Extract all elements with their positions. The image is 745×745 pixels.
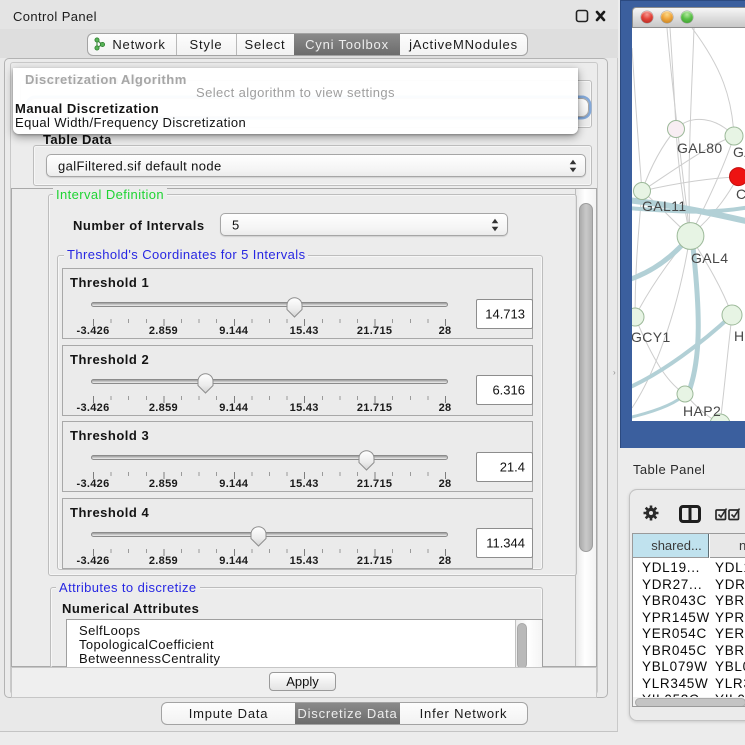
svg-text:GCY1: GCY1 <box>632 329 671 345</box>
svg-text:GA: GA <box>733 144 745 160</box>
svg-text:GAL4: GAL4 <box>691 250 728 266</box>
svg-text:GAL11: GAL11 <box>642 198 687 214</box>
svg-text:GAL80: GAL80 <box>677 140 723 156</box>
svg-text:HAP2: HAP2 <box>683 403 721 419</box>
svg-text:HI: HI <box>734 328 745 344</box>
svg-text:C: C <box>736 186 745 202</box>
